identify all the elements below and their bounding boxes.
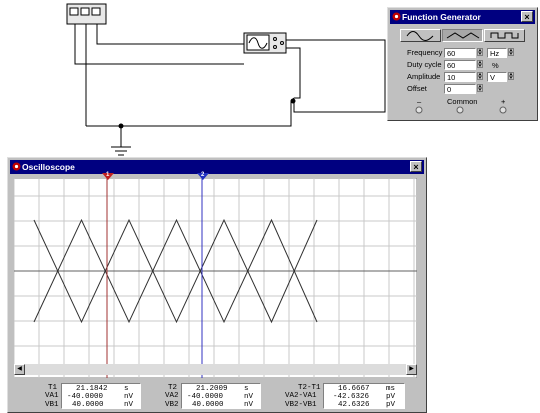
terminal-connectors [415, 106, 507, 114]
duty-cycle-stepper[interactable]: ▲ ▼ [477, 60, 483, 70]
frequency-unit-select[interactable]: Hz [487, 48, 507, 58]
readout-box-cursor-1: 21.1842 s -40.0000 nV 40.0000 nV [61, 383, 141, 409]
close-button[interactable]: × [410, 161, 422, 172]
frequency-stepper[interactable]: ▲ ▼ [477, 48, 483, 58]
vb1-value: 40.0000 [72, 401, 104, 409]
cursor-2-label: 2 [201, 172, 205, 178]
app-logo-icon [392, 12, 401, 21]
dvb-value: 42.6326 [338, 401, 370, 409]
sine-wave-icon [406, 31, 434, 41]
vb2-label: VB2 [165, 401, 179, 409]
square-wave-button[interactable] [484, 29, 525, 42]
t1-label: T1 [48, 384, 58, 392]
dva-label: VA2-VA1 [285, 392, 317, 400]
oscilloscope-screen[interactable] [14, 178, 417, 378]
vb2-value: 40.0000 [192, 401, 224, 409]
triangle-wave-icon [446, 32, 480, 39]
scroll-left-button[interactable]: ◀ [14, 364, 25, 375]
dvb-label: VB2-VB1 [285, 401, 317, 409]
triangle-wave-button[interactable] [442, 29, 483, 42]
ground-symbol [111, 146, 131, 156]
readout-box-cursor-2: 21.2009 s -40.0000 nV 40.0000 nV [181, 383, 261, 409]
sine-wave-button[interactable] [400, 29, 441, 42]
plus-terminal-icon [499, 106, 507, 114]
cursor-1-label: 1 [106, 172, 110, 178]
offset-label: Offset [407, 84, 427, 93]
window-title: Function Generator [402, 12, 481, 22]
common-terminal-icon [456, 106, 464, 114]
va1-label: VA1 [45, 392, 59, 400]
duty-cycle-label: Duty cycle [407, 60, 442, 69]
app-logo-icon [12, 162, 21, 171]
close-button[interactable]: × [521, 11, 533, 22]
offset-input[interactable]: 0 [444, 84, 476, 94]
function-generator-titlebar[interactable]: Function Generator × [390, 10, 535, 24]
amplitude-unit-stepper[interactable]: ▲ ▼ [508, 72, 514, 82]
horizontal-scrollbar[interactable]: ◀ ▶ [14, 364, 417, 375]
duty-cycle-input[interactable]: 60 [444, 60, 476, 70]
frequency-unit-stepper[interactable]: ▲ ▼ [508, 48, 514, 58]
window-title: Oscilloscope [22, 162, 75, 172]
oscilloscope-titlebar[interactable]: Oscilloscope × [10, 160, 424, 174]
vb2-unit: nV [244, 401, 254, 409]
dt-label: T2-T1 [298, 384, 321, 392]
scroll-right-button[interactable]: ▶ [406, 364, 417, 375]
t2-label: T2 [168, 384, 178, 392]
offset-stepper[interactable]: ▲ ▼ [477, 84, 483, 94]
amplitude-input[interactable]: 10 [444, 72, 476, 82]
dvb-unit: pV [386, 401, 396, 409]
va2-label: VA2 [165, 392, 179, 400]
vb1-unit: nV [124, 401, 134, 409]
minus-terminal-icon [415, 106, 423, 114]
amplitude-label: Amplitude [407, 72, 441, 81]
duty-cycle-unit: % [492, 61, 499, 70]
oscilloscope-window: Oscilloscope × 1 2 ◀ ▶ T1 VA1 VB1 21.184… [7, 157, 427, 413]
frequency-input[interactable]: 60 [444, 48, 476, 58]
function-generator-window: Function Generator × Frequency 60 ▲ ▼ Hz … [387, 7, 538, 121]
amplitude-stepper[interactable]: ▲ ▼ [477, 72, 483, 82]
square-wave-icon [490, 32, 519, 39]
vb1-label: VB1 [45, 401, 59, 409]
amplitude-unit-select[interactable]: V [487, 72, 507, 82]
readout-box-difference: 16.6667 ms -42.6326 pV 42.6326 pV [323, 383, 405, 409]
frequency-label: Frequency [407, 48, 443, 57]
